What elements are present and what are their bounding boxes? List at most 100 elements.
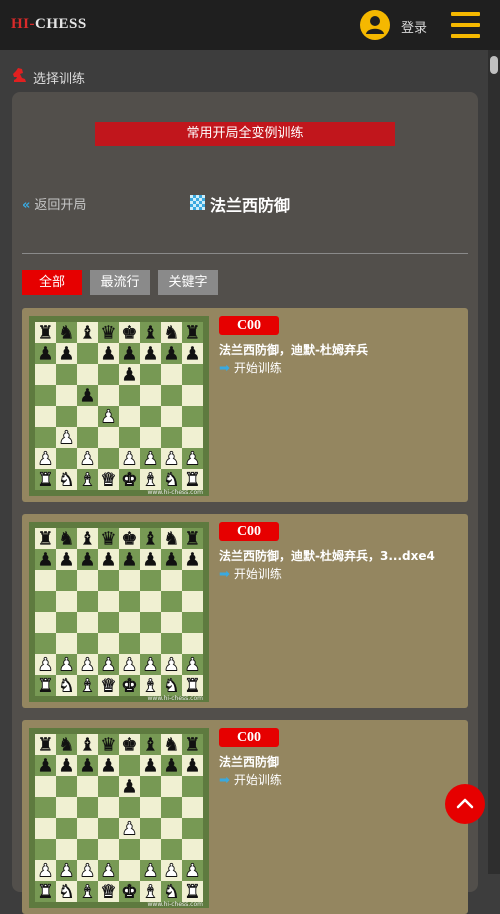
board-square[interactable] [119, 797, 140, 818]
board-square[interactable] [182, 776, 203, 797]
black-pawn-icon[interactable]: ♟ [79, 549, 95, 571]
board-square[interactable] [161, 612, 182, 633]
board-square[interactable] [140, 776, 161, 797]
board-square[interactable] [77, 364, 98, 385]
white-knight-icon[interactable]: ♞ [58, 469, 75, 491]
scrollbar-thumb[interactable] [490, 56, 498, 74]
board-square[interactable] [35, 570, 56, 591]
black-pawn-icon[interactable]: ♟ [121, 549, 137, 571]
black-pawn-icon[interactable]: ♟ [142, 549, 158, 571]
white-pawn-icon[interactable]: ♟ [121, 818, 138, 840]
board-square[interactable] [140, 591, 161, 612]
login-link[interactable]: 登录 [401, 17, 427, 36]
back-to-top-button[interactable] [445, 784, 485, 824]
board-square[interactable] [182, 612, 203, 633]
board-square[interactable] [161, 591, 182, 612]
black-pawn-icon[interactable]: ♟ [37, 549, 53, 571]
board-square[interactable] [56, 591, 77, 612]
black-bishop-icon[interactable]: ♝ [79, 734, 95, 756]
board-square[interactable] [77, 612, 98, 633]
white-pawn-icon[interactable]: ♟ [58, 860, 75, 882]
board-square[interactable] [119, 427, 140, 448]
black-pawn-icon[interactable]: ♟ [79, 755, 95, 777]
board-square[interactable] [98, 776, 119, 797]
chessboard-diagram[interactable]: ♜♞♝♛♚♝♞♜♟♟♟♟♟♟♟♟♟♟♟♟♟♟♟♟♜♞♝♛♚♝♞♜www.hi-c… [29, 728, 209, 908]
board-square[interactable] [140, 633, 161, 654]
board-square[interactable] [56, 818, 77, 839]
start-training-link[interactable]: ➡ 开始训练 [219, 771, 282, 788]
white-queen-icon[interactable]: ♛ [100, 469, 117, 491]
board-square[interactable] [140, 797, 161, 818]
board-square[interactable] [140, 818, 161, 839]
white-king-icon[interactable]: ♚ [121, 881, 138, 903]
board-square[interactable] [35, 818, 56, 839]
board-square[interactable] [56, 776, 77, 797]
black-pawn-icon[interactable]: ♟ [121, 364, 137, 386]
board-square[interactable] [119, 570, 140, 591]
board-square[interactable] [161, 406, 182, 427]
board-square[interactable] [119, 612, 140, 633]
white-pawn-icon[interactable]: ♟ [163, 860, 180, 882]
site-logo[interactable]: HI-CHESS [11, 16, 87, 33]
white-pawn-icon[interactable]: ♟ [142, 654, 159, 676]
black-bishop-icon[interactable]: ♝ [79, 322, 95, 344]
black-pawn-icon[interactable]: ♟ [184, 755, 200, 777]
black-pawn-icon[interactable]: ♟ [37, 755, 53, 777]
board-square[interactable] [119, 839, 140, 860]
board-square[interactable] [77, 570, 98, 591]
white-pawn-icon[interactable]: ♟ [142, 448, 159, 470]
black-queen-icon[interactable]: ♛ [100, 734, 116, 756]
board-square[interactable] [161, 364, 182, 385]
board-square[interactable] [161, 633, 182, 654]
black-pawn-icon[interactable]: ♟ [184, 343, 200, 365]
board-square[interactable] [98, 427, 119, 448]
board-square[interactable] [77, 633, 98, 654]
filter-keyword-button[interactable]: 关键字 [158, 270, 218, 295]
board-square[interactable] [182, 570, 203, 591]
board-square[interactable] [56, 406, 77, 427]
black-bishop-icon[interactable]: ♝ [142, 734, 158, 756]
white-pawn-icon[interactable]: ♟ [58, 427, 75, 449]
board-square[interactable] [98, 839, 119, 860]
board-square[interactable] [119, 633, 140, 654]
board-square[interactable] [77, 797, 98, 818]
white-pawn-icon[interactable]: ♟ [184, 860, 201, 882]
board-square[interactable] [56, 612, 77, 633]
black-queen-icon[interactable]: ♛ [100, 322, 116, 344]
board-square[interactable] [35, 612, 56, 633]
start-training-link[interactable]: ➡ 开始训练 [219, 359, 282, 376]
chessboard-diagram[interactable]: ♜ ♞ ♝ ♛ ♚ ♝ ♞ ♜♟ ♟ ♟ ♟ ♟ ♟ ♟♟♟♟♟♟ ♟ ♟ ♟ ♟ ♟♜ ♞ ♝ ♛ ♚ ♝ ♞ ♜www.hi-… [29, 316, 209, 496]
black-knight-icon[interactable]: ♞ [58, 528, 74, 550]
white-knight-icon[interactable]: ♞ [163, 469, 180, 491]
black-pawn-icon[interactable]: ♟ [184, 549, 200, 571]
black-rook-icon[interactable]: ♜ [37, 322, 53, 344]
black-pawn-icon[interactable]: ♟ [142, 343, 158, 365]
white-pawn-icon[interactable]: ♟ [79, 860, 96, 882]
board-square[interactable] [35, 385, 56, 406]
black-pawn-icon[interactable]: ♟ [142, 755, 158, 777]
board-square[interactable] [182, 633, 203, 654]
black-rook-icon[interactable]: ♜ [184, 528, 200, 550]
board-square[interactable] [98, 633, 119, 654]
board-square[interactable] [56, 839, 77, 860]
white-rook-icon[interactable]: ♜ [37, 469, 54, 491]
black-knight-icon[interactable]: ♞ [163, 528, 179, 550]
white-pawn-icon[interactable]: ♟ [100, 860, 117, 882]
board-square[interactable] [182, 797, 203, 818]
white-pawn-icon[interactable]: ♟ [142, 860, 159, 882]
black-pawn-icon[interactable]: ♟ [58, 549, 74, 571]
black-pawn-icon[interactable]: ♟ [58, 343, 74, 365]
white-pawn-icon[interactable]: ♟ [37, 448, 54, 470]
black-bishop-icon[interactable]: ♝ [142, 322, 158, 344]
board-square[interactable] [56, 448, 77, 469]
black-pawn-icon[interactable]: ♟ [100, 343, 116, 365]
white-knight-icon[interactable]: ♞ [163, 675, 180, 697]
board-square[interactable] [182, 364, 203, 385]
board-square[interactable] [161, 570, 182, 591]
board-square[interactable] [140, 385, 161, 406]
white-pawn-icon[interactable]: ♟ [184, 654, 201, 676]
board-square[interactable] [77, 839, 98, 860]
board-square[interactable] [182, 427, 203, 448]
board-square[interactable] [98, 818, 119, 839]
white-king-icon[interactable]: ♚ [121, 675, 138, 697]
